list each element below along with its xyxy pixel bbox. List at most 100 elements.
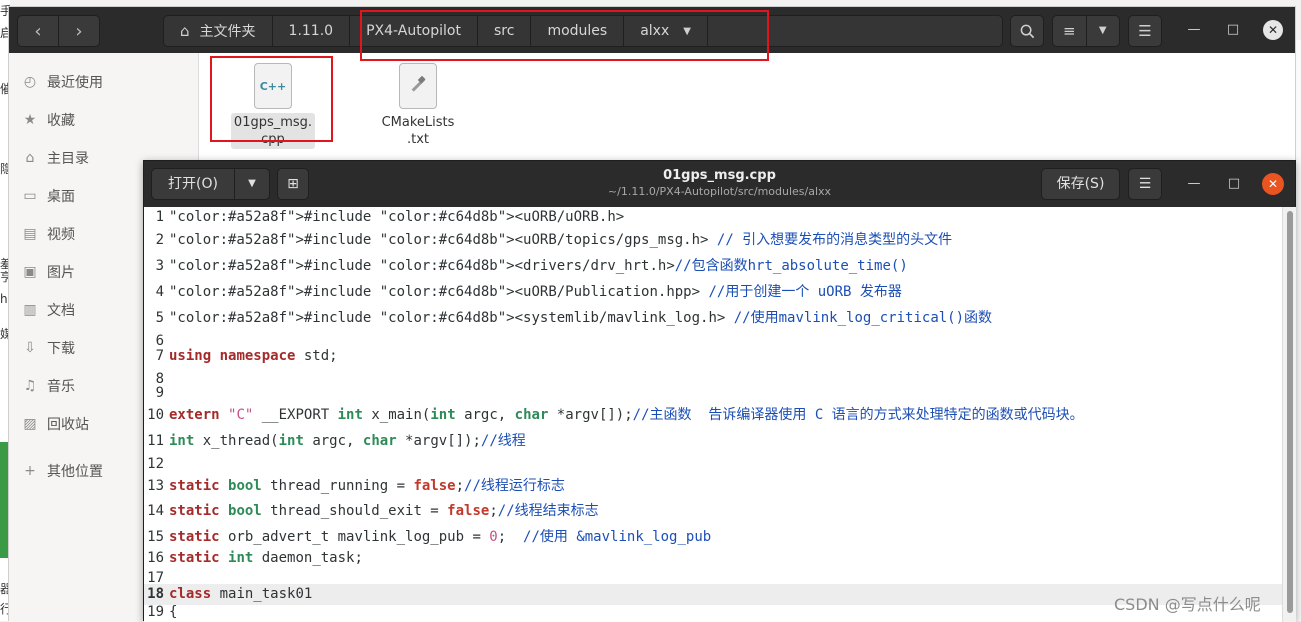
line-number: 1 xyxy=(155,209,164,225)
sidebar-item-label: 其他位置 xyxy=(47,464,103,480)
hamburger-menu-icon: ☰ xyxy=(1138,176,1152,192)
code-text: static orb_advert_t mavlink_log_pub = 0;… xyxy=(169,529,712,545)
save-button[interactable]: 保存(S) xyxy=(1041,168,1120,200)
line-number: 3 xyxy=(155,258,164,274)
code-text: "color:#a52a8f">#include "color:#c64d8b"… xyxy=(169,258,908,274)
editor-menu-button[interactable]: ☰ xyxy=(1128,168,1162,200)
hamburger-menu-icon: ☰ xyxy=(1138,22,1152,40)
file-name-line1: CMakeLists xyxy=(381,115,455,130)
line-number: 15 xyxy=(147,529,164,545)
star-icon: ★ xyxy=(23,112,37,128)
code-line: 5 "color:#a52a8f">#include "color:#c64d8b… xyxy=(144,308,1282,329)
minimize-icon: — xyxy=(1187,176,1201,191)
home-icon: ⌂ xyxy=(180,22,190,40)
files-menu-button[interactable]: ☰ xyxy=(1128,15,1162,47)
code-text: extern "C" __EXPORT int x_main(int argc,… xyxy=(169,407,1084,423)
sidebar-item[interactable]: ★ 收藏 xyxy=(21,105,75,135)
minimize-icon: — xyxy=(1187,22,1201,37)
code-line: 16 static int daemon_task; xyxy=(144,548,1282,569)
editor-scrollbar[interactable] xyxy=(1282,207,1296,622)
sidebar-item-label: 下载 xyxy=(47,341,75,357)
sidebar-item[interactable]: ▨ 回收站 xyxy=(21,409,89,439)
sidebar-item-label: 收藏 xyxy=(47,113,75,129)
files-maximize-button[interactable]: □ xyxy=(1224,21,1242,39)
view-toggle-group: ≡ ▼ xyxy=(1052,15,1120,47)
chevron-right-icon: › xyxy=(75,20,83,42)
music-icon: ♫ xyxy=(23,378,37,394)
sidebar-item[interactable]: ▥ 文档 xyxy=(21,295,75,325)
close-icon: ✕ xyxy=(1267,177,1279,191)
document-title: 01gps_msg.cpp xyxy=(663,168,776,183)
editor-minimize-button[interactable]: — xyxy=(1185,175,1203,193)
chevron-left-icon: ‹ xyxy=(34,20,42,42)
desktop-icon: ▭ xyxy=(23,188,37,204)
hammer-icon xyxy=(411,75,426,92)
sidebar-item-label: 音乐 xyxy=(47,379,75,395)
breadcrumb-label: 1.11.0 xyxy=(288,23,334,39)
maximize-icon: □ xyxy=(1226,22,1240,37)
cmake-file-icon xyxy=(399,63,437,109)
line-number: 2 xyxy=(155,232,164,248)
breadcrumb-item[interactable]: 1.11.0 xyxy=(273,16,351,46)
breadcrumb-item[interactable]: ⌂ 主文件夹 xyxy=(164,16,273,46)
history-nav-group: ‹ › xyxy=(17,15,100,47)
view-options-button[interactable]: ▼ xyxy=(1087,16,1120,46)
sidebar-item-label: 图片 xyxy=(47,265,75,281)
sidebar-item-label: 主目录 xyxy=(47,151,89,167)
file-item-cmakelists[interactable]: CMakeLists .txt xyxy=(362,63,474,149)
code-line: 2 "color:#a52a8f">#include "color:#c64d8b… xyxy=(144,230,1282,251)
code-text: "color:#a52a8f">#include "color:#c64d8b"… xyxy=(169,310,993,326)
line-number: 14 xyxy=(147,503,164,519)
forward-button[interactable]: › xyxy=(58,16,99,46)
line-number: 19 xyxy=(147,604,164,620)
code-text: using namespace std; xyxy=(169,348,338,364)
editor-headerbar: 打开(O) ▼ ⊞ 01gps_msg.cpp ~/1.11.0/PX4-Aut… xyxy=(144,161,1295,207)
chevron-down-icon: ▼ xyxy=(1098,25,1107,36)
code-line: 19 { xyxy=(144,602,1282,622)
code-line: 9 xyxy=(144,383,1282,404)
line-number: 11 xyxy=(147,433,164,449)
sidebar-item[interactable]: ▤ 视频 xyxy=(21,219,75,249)
scrollbar-thumb[interactable] xyxy=(1287,211,1293,613)
files-minimize-button[interactable]: — xyxy=(1185,21,1203,39)
search-button[interactable] xyxy=(1010,15,1044,47)
code-line: 11 int x_thread(int argc, char *argv[]);/… xyxy=(144,431,1282,452)
document-path: ~/1.11.0/PX4-Autopilot/src/modules/alxx xyxy=(607,185,832,198)
code-line: 3 "color:#a52a8f">#include "color:#c64d8b… xyxy=(144,256,1282,277)
sidebar-item[interactable]: ⌂ 主目录 xyxy=(21,143,89,173)
video-icon: ▤ xyxy=(23,226,37,242)
sidebar-item-label: 回收站 xyxy=(47,417,89,433)
code-line: 1 "color:#a52a8f">#include "color:#c64d8b… xyxy=(144,207,1282,228)
list-view-button[interactable]: ≡ xyxy=(1053,16,1087,46)
line-number: 9 xyxy=(155,385,164,401)
sidebar-item[interactable]: ♫ 音乐 xyxy=(21,371,75,401)
list-view-icon: ≡ xyxy=(1062,22,1076,40)
files-close-button[interactable]: ✕ xyxy=(1263,20,1283,40)
sidebar-item[interactable]: ▭ 桌面 xyxy=(21,181,75,211)
close-icon: ✕ xyxy=(1267,23,1279,37)
editor-close-button[interactable]: ✕ xyxy=(1262,173,1284,195)
document-icon: ▥ xyxy=(23,302,37,318)
line-number: 13 xyxy=(147,478,164,494)
editor-maximize-button[interactable]: □ xyxy=(1225,175,1243,193)
plus-icon: + xyxy=(24,463,36,479)
sidebar-item[interactable]: + 其他位置 xyxy=(21,456,103,486)
line-number: 10 xyxy=(147,407,164,423)
image-icon: ▣ xyxy=(23,264,37,280)
code-editor[interactable]: 1 "color:#a52a8f">#include "color:#c64d8b… xyxy=(144,207,1282,622)
sidebar-item[interactable]: ▣ 图片 xyxy=(21,257,75,287)
sidebar-item-label: 最近使用 xyxy=(47,75,103,91)
back-button[interactable]: ‹ xyxy=(18,16,58,46)
code-line: 7 using namespace std; xyxy=(144,346,1282,367)
code-line: 4 "color:#a52a8f">#include "color:#c64d8b… xyxy=(144,282,1282,303)
maximize-icon: □ xyxy=(1227,176,1241,191)
line-number: 12 xyxy=(147,456,164,472)
sidebar-item-label: 视频 xyxy=(47,227,75,243)
home-icon: ⌂ xyxy=(25,150,35,166)
code-line: 13 static bool thread_running = false;//线… xyxy=(144,476,1282,497)
sidebar-item[interactable]: ◴ 最近使用 xyxy=(21,67,103,97)
code-text: "color:#a52a8f">#include "color:#c64d8b"… xyxy=(169,232,953,248)
sidebar-item[interactable]: ⇩ 下载 xyxy=(21,333,75,363)
line-number: 4 xyxy=(155,284,164,300)
line-number: 7 xyxy=(155,348,164,364)
